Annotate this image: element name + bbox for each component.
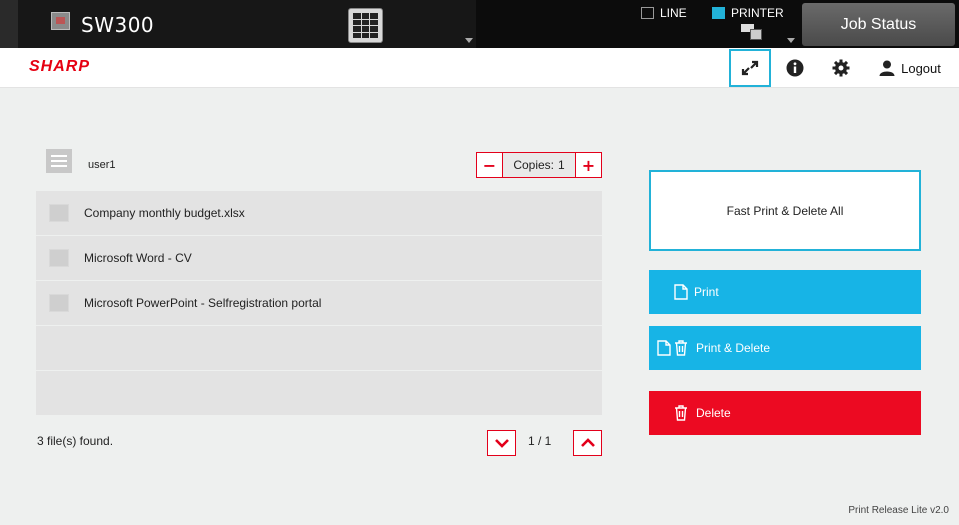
trash-icon bbox=[674, 340, 688, 356]
switch-view-button[interactable] bbox=[729, 49, 771, 87]
file-checkbox[interactable] bbox=[49, 204, 69, 222]
user-icon bbox=[879, 60, 895, 76]
device-panel[interactable]: SW300 bbox=[18, 0, 476, 48]
copies-stepper: − Copies: 1 + bbox=[476, 152, 602, 178]
chevron-down-icon bbox=[494, 439, 509, 448]
file-list: Company monthly budget.xlsx Microsoft Wo… bbox=[36, 191, 602, 416]
print-button[interactable]: Print bbox=[649, 270, 921, 314]
info-button[interactable] bbox=[780, 50, 810, 86]
printer-mode-toggle[interactable]: PRINTER bbox=[712, 6, 784, 20]
delete-label: Delete bbox=[696, 406, 731, 420]
printer-icon[interactable] bbox=[741, 22, 765, 42]
settings-button[interactable] bbox=[826, 50, 856, 86]
logout-label: Logout bbox=[901, 60, 941, 76]
copies-label: Copies: bbox=[513, 158, 554, 172]
files-found-text: 3 file(s) found. bbox=[37, 434, 114, 448]
file-checkbox[interactable] bbox=[49, 249, 69, 267]
copies-decrement-button[interactable]: − bbox=[476, 152, 503, 178]
fast-print-delete-all-button[interactable]: Fast Print & Delete All bbox=[649, 170, 921, 251]
device-dropdown-icon[interactable] bbox=[465, 38, 473, 43]
list-menu-icon[interactable] bbox=[46, 149, 72, 173]
copies-value: 1 bbox=[558, 158, 565, 172]
file-name: Microsoft Word - CV bbox=[84, 251, 192, 265]
keypad-icon[interactable] bbox=[348, 8, 383, 43]
gear-icon bbox=[832, 59, 850, 77]
print-delete-label: Print & Delete bbox=[696, 341, 771, 355]
app-header: SHARP Logout bbox=[0, 48, 959, 88]
document-icon bbox=[674, 284, 688, 300]
trash-icon bbox=[674, 405, 688, 421]
empty-row bbox=[36, 326, 602, 370]
file-row[interactable]: Microsoft PowerPoint - Selfregistration … bbox=[36, 281, 602, 325]
document-icon bbox=[657, 340, 671, 356]
info-icon bbox=[786, 59, 804, 77]
chevron-up-icon bbox=[580, 438, 595, 447]
top-bar: SW300 LINE PRINTER Job Status bbox=[0, 0, 959, 48]
file-row[interactable]: Microsoft Word - CV bbox=[36, 236, 602, 280]
file-checkbox[interactable] bbox=[49, 294, 69, 312]
device-name: SW300 bbox=[81, 13, 155, 37]
print-label: Print bbox=[694, 285, 719, 299]
line-mode-label: LINE bbox=[660, 6, 687, 20]
copies-increment-button[interactable]: + bbox=[575, 152, 602, 178]
job-status-button[interactable]: Job Status bbox=[802, 3, 955, 46]
page-down-button[interactable] bbox=[487, 430, 516, 456]
device-icon bbox=[51, 12, 70, 30]
sharp-logo: SHARP bbox=[29, 58, 91, 75]
page-indicator: 1 / 1 bbox=[528, 434, 552, 448]
copies-display: Copies: 1 bbox=[503, 152, 575, 178]
line-mode-indicator bbox=[641, 7, 654, 19]
file-name: Microsoft PowerPoint - Selfregistration … bbox=[84, 296, 322, 310]
mode-dropdown-icon[interactable] bbox=[787, 38, 795, 43]
printer-mode-indicator bbox=[712, 7, 725, 19]
empty-row bbox=[36, 371, 602, 415]
logout-button[interactable]: Logout bbox=[872, 50, 948, 86]
file-row[interactable]: Company monthly budget.xlsx bbox=[36, 191, 602, 235]
print-and-delete-button[interactable]: Print & Delete bbox=[649, 326, 921, 370]
left-strip bbox=[0, 0, 18, 48]
page-up-button[interactable] bbox=[573, 430, 602, 456]
file-name: Company monthly budget.xlsx bbox=[84, 206, 245, 220]
printer-mode-label: PRINTER bbox=[731, 6, 784, 20]
line-mode-toggle[interactable]: LINE bbox=[641, 6, 687, 20]
version-text: Print Release Lite v2.0 bbox=[848, 505, 949, 516]
delete-button[interactable]: Delete bbox=[649, 391, 921, 435]
user-name: user1 bbox=[88, 159, 116, 171]
switch-icon bbox=[741, 60, 759, 76]
